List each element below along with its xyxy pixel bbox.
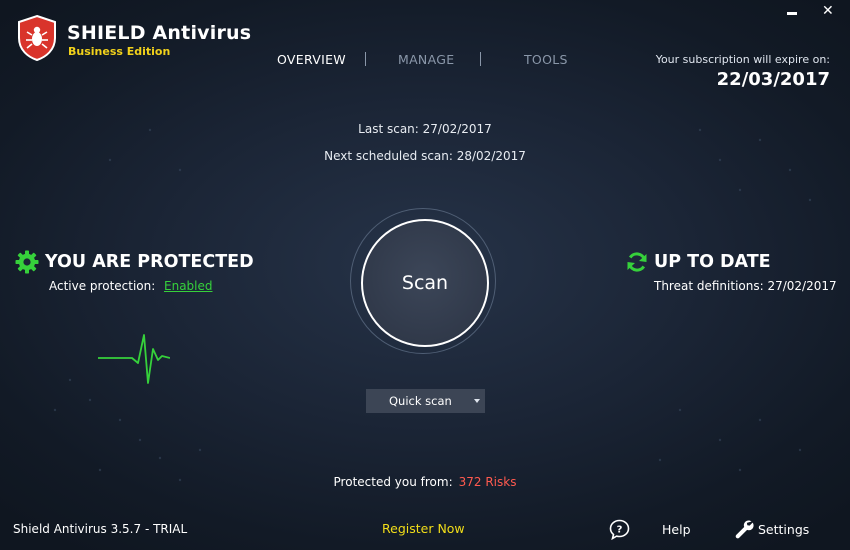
- help-link[interactable]: Help: [662, 522, 691, 537]
- subscription-label: Your subscription will expire on:: [655, 53, 830, 66]
- active-protection-toggle-link[interactable]: Enabled: [164, 279, 213, 293]
- minimize-button[interactable]: [787, 12, 797, 15]
- threat-definitions-text: Threat definitions: 27/02/2017: [654, 279, 837, 293]
- shield-bug-icon: [18, 14, 56, 62]
- active-protection-label: Active protection:: [49, 279, 156, 293]
- refresh-icon: [627, 252, 647, 272]
- tab-manage[interactable]: MANAGE: [398, 52, 454, 67]
- edition-label: Business Edition: [68, 45, 171, 58]
- app-name: SHIELD Antivirus: [67, 22, 252, 44]
- last-scan-text: Last scan: 27/02/2017: [358, 122, 492, 136]
- scan-button[interactable]: Scan: [361, 219, 489, 347]
- close-button[interactable]: ✕: [822, 3, 834, 19]
- risks-label: Protected you from:: [333, 475, 453, 489]
- svg-text:?: ?: [617, 525, 623, 536]
- quick-scan-label: Quick scan: [389, 394, 452, 408]
- scan-button-label: Scan: [401, 272, 449, 294]
- gear-icon: [15, 250, 39, 274]
- tab-overview[interactable]: OVERVIEW: [277, 52, 346, 67]
- update-status-title: UP TO DATE: [654, 252, 771, 272]
- heartbeat-pulse-icon: [98, 334, 170, 384]
- wrench-icon[interactable]: [734, 519, 755, 540]
- risks-count: 372 Risks: [458, 475, 517, 489]
- risks-summary: Protected you from: 372 Risks: [0, 475, 850, 489]
- subscription-date: 22/03/2017: [716, 69, 830, 90]
- nav-divider: [365, 52, 366, 66]
- settings-link[interactable]: Settings: [758, 522, 809, 537]
- chevron-down-icon[interactable]: [474, 399, 480, 403]
- version-label: Shield Antivirus 3.5.7 - TRIAL: [13, 522, 188, 536]
- nav-divider: [480, 52, 481, 66]
- tab-tools[interactable]: TOOLS: [524, 52, 568, 67]
- protection-status-title: YOU ARE PROTECTED: [45, 252, 254, 272]
- register-now-link[interactable]: Register Now: [382, 521, 465, 536]
- help-icon[interactable]: ?: [609, 519, 630, 540]
- next-scan-text: Next scheduled scan: 28/02/2017: [324, 149, 526, 163]
- quick-scan-dropdown[interactable]: Quick scan: [366, 389, 485, 413]
